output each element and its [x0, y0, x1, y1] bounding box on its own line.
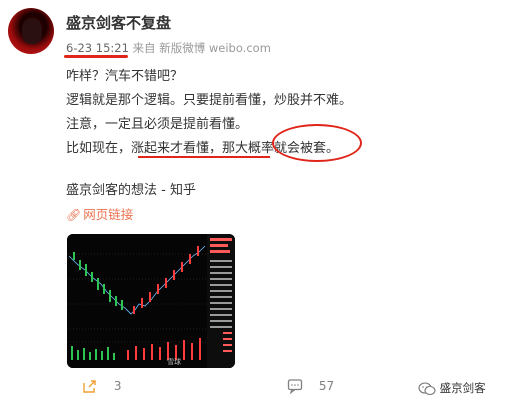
post-source[interactable]: 来自 新版微博 weibo.com [133, 41, 271, 55]
account-watermark-text: 盛京剑客 [439, 381, 486, 395]
card-title: 盛京剑客的想法 - 知乎 [66, 183, 196, 198]
circle-annotation [272, 124, 362, 162]
post-line-1: 咋样？汽车不错吧？ [66, 69, 184, 84]
link-icon: 🔗︎ [66, 208, 82, 222]
web-link-label: 网页链接 [83, 207, 134, 222]
repost-button[interactable]: 3 [82, 378, 121, 394]
repost-count: 3 [113, 378, 122, 393]
comment-icon [287, 379, 303, 394]
repost-icon [83, 380, 96, 393]
post-line-2: 逻辑就是那个逻辑。只要提前看懂，炒股并不难。 [66, 93, 353, 108]
comment-button[interactable]: 57 [287, 378, 334, 394]
time-underline-mark [64, 55, 128, 58]
post-line-3: 注意，一定且必须是提前看懂。 [66, 117, 249, 132]
post-meta: 6-23 15:21 来自 新版微博 weibo.com [66, 40, 271, 56]
account-watermark: 盛京剑客 [418, 380, 486, 396]
stock-chart-image[interactable]: 雪球 [67, 234, 235, 368]
wechat-icon [418, 381, 436, 395]
text-underline-mark [138, 156, 270, 158]
post-time[interactable]: 6-23 15:21 [66, 41, 129, 55]
web-link[interactable]: 🔗︎ 网页链接 [66, 204, 133, 223]
chart-watermark: 雪球 [167, 357, 181, 366]
author-name[interactable]: 盛京剑客不复盘 [66, 12, 171, 33]
comment-count: 57 [318, 378, 335, 393]
avatar[interactable] [8, 8, 54, 54]
